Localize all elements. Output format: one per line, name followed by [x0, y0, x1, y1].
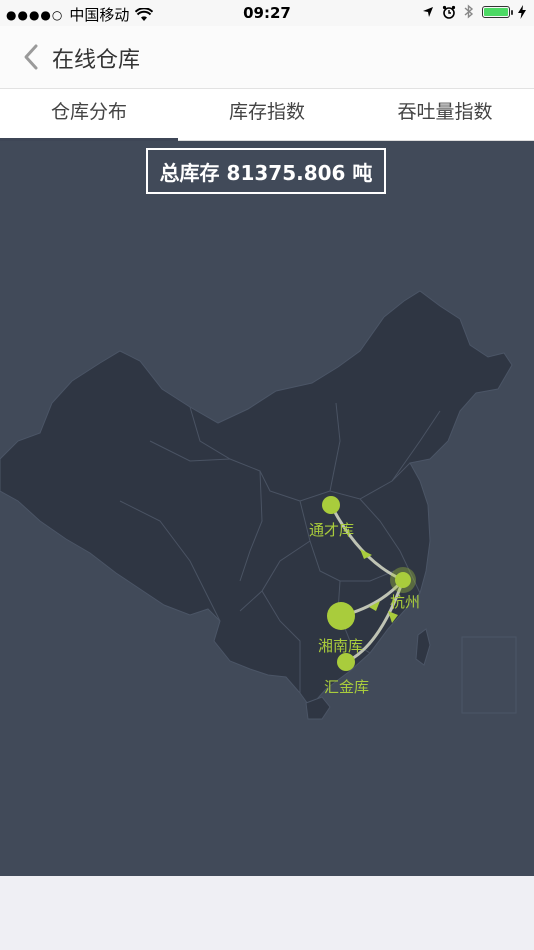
warehouse-label-tongcai: 通才库 [309, 521, 354, 539]
back-button[interactable] [16, 40, 46, 74]
navigation-bar: 在线仓库 [0, 26, 534, 89]
tab-throughput-index[interactable]: 吞吐量指数 [356, 89, 534, 140]
location-arrow-icon [423, 6, 433, 17]
status-bar: ●●●●○ 中国移动 09:27 [0, 0, 534, 26]
warehouse-dot-xiangnan[interactable] [327, 602, 355, 630]
alarm-icon [442, 5, 456, 19]
tab-inventory-index[interactable]: 库存指数 [178, 89, 356, 140]
warehouse-map[interactable]: 通才库 湘南库 汇金库 杭州 总库存 81375.806 吨 [0, 141, 534, 876]
tab-warehouse-distribution[interactable]: 仓库分布 [0, 89, 178, 141]
warehouse-dot-huijin[interactable] [337, 653, 355, 671]
origin-label-hangzhou: 杭州 [390, 593, 420, 611]
page-title: 在线仓库 [52, 48, 141, 73]
total-inventory-badge: 总库存 81375.806 吨 [146, 148, 386, 194]
battery-icon [482, 5, 513, 18]
tab-bar: 仓库分布 库存指数 吞吐量指数 [0, 89, 534, 141]
chevron-left-icon [24, 44, 38, 70]
status-right [422, 4, 526, 19]
china-outline [0, 290, 513, 708]
charging-icon [518, 4, 526, 19]
taiwan-island [415, 628, 431, 666]
origin-dot-hangzhou[interactable] [395, 572, 411, 588]
china-map: 通才库 湘南库 汇金库 杭州 [0, 290, 517, 720]
bluetooth-icon [464, 4, 474, 19]
warehouse-label-huijin: 汇金库 [324, 678, 369, 696]
warehouse-dot-tongcai[interactable] [322, 496, 340, 514]
warehouse-label-xiangnan: 湘南库 [318, 637, 363, 655]
bottom-area [0, 876, 534, 950]
south-china-sea-inset [461, 636, 517, 714]
